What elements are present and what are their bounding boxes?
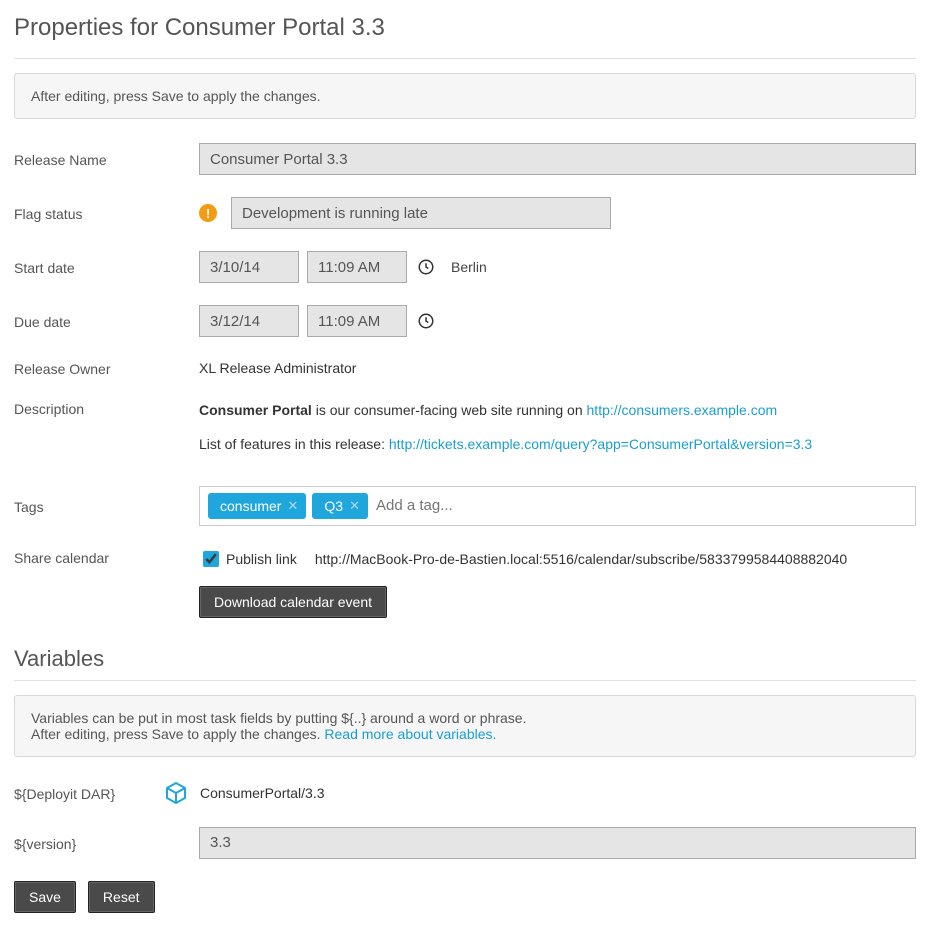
- label-release-owner: Release Owner: [14, 359, 199, 377]
- row-start-date: Start date Berlin: [14, 251, 916, 283]
- timezone-label: Berlin: [451, 259, 487, 275]
- tag-label: consumer: [220, 498, 281, 514]
- publish-label: Publish link: [226, 551, 297, 567]
- row-release-name: Release Name: [14, 143, 916, 175]
- row-variable-version: ${version}: [14, 827, 916, 859]
- label-share-calendar: Share calendar: [14, 548, 199, 566]
- tag-label: Q3: [324, 498, 343, 514]
- row-flag-status: Flag status !: [14, 197, 916, 229]
- label-release-name: Release Name: [14, 150, 199, 168]
- due-date-input[interactable]: [199, 305, 299, 337]
- row-tags: Tags consumer ✕ Q3 ✕: [14, 486, 916, 526]
- flag-status-input[interactable]: [231, 197, 611, 229]
- description-text2: List of features in this release:: [199, 436, 389, 452]
- save-button[interactable]: Save: [14, 881, 76, 913]
- row-due-date: Due date: [14, 305, 916, 337]
- variables-banner: Variables can be put in most task fields…: [14, 695, 916, 757]
- divider: [14, 680, 916, 681]
- label-start-date: Start date: [14, 258, 199, 276]
- description-block: Consumer Portal is our consumer-facing w…: [199, 399, 812, 456]
- download-calendar-button[interactable]: Download calendar event: [199, 586, 387, 618]
- publish-url: http://MacBook-Pro-de-Bastien.local:5516…: [315, 551, 847, 567]
- version-input[interactable]: [199, 827, 916, 859]
- tag-chip-consumer[interactable]: consumer ✕: [208, 493, 306, 519]
- start-time-input[interactable]: [307, 251, 407, 283]
- label-tags: Tags: [14, 497, 199, 515]
- tags-box[interactable]: consumer ✕ Q3 ✕: [199, 486, 916, 526]
- description-text1: is our consumer-facing web site running …: [312, 402, 587, 418]
- package-icon: [164, 781, 188, 805]
- warning-icon: !: [199, 204, 217, 222]
- clock-icon[interactable]: [415, 310, 437, 332]
- description-bold: Consumer Portal: [199, 402, 312, 418]
- release-owner-value: XL Release Administrator: [199, 360, 356, 376]
- row-release-owner: Release Owner XL Release Administrator: [14, 359, 916, 377]
- variables-banner-line2: After editing, press Save to apply the c…: [31, 726, 324, 742]
- clock-icon[interactable]: [415, 256, 437, 278]
- variable-value: ConsumerPortal/3.3: [200, 785, 325, 801]
- variable-name: ${version}: [14, 834, 199, 852]
- page-title: Properties for Consumer Portal 3.3: [14, 14, 916, 50]
- publish-checkbox[interactable]: [203, 551, 219, 567]
- release-name-input[interactable]: [199, 143, 916, 175]
- description-link2[interactable]: http://tickets.example.com/query?app=Con…: [389, 436, 812, 452]
- tag-chip-q3[interactable]: Q3 ✕: [312, 493, 368, 519]
- label-flag-status: Flag status: [14, 204, 199, 222]
- tag-remove-icon[interactable]: ✕: [349, 498, 360, 514]
- divider: [14, 58, 916, 59]
- variable-name: ${Deployit DAR}: [14, 784, 164, 802]
- info-banner: After editing, press Save to apply the c…: [14, 73, 916, 119]
- variables-link[interactable]: Read more about variables.: [324, 726, 496, 742]
- start-date-input[interactable]: [199, 251, 299, 283]
- description-link1[interactable]: http://consumers.example.com: [587, 402, 778, 418]
- tag-remove-icon[interactable]: ✕: [287, 498, 298, 514]
- reset-button[interactable]: Reset: [88, 881, 155, 913]
- button-row: Save Reset: [14, 881, 916, 913]
- row-variable-deployit-dar: ${Deployit DAR} ConsumerPortal/3.3: [14, 781, 916, 805]
- label-description: Description: [14, 399, 199, 417]
- variables-title: Variables: [14, 646, 916, 672]
- variables-banner-line1: Variables can be put in most task fields…: [31, 710, 899, 726]
- due-time-input[interactable]: [307, 305, 407, 337]
- label-due-date: Due date: [14, 312, 199, 330]
- row-description: Description Consumer Portal is our consu…: [14, 399, 916, 456]
- row-share-calendar: Share calendar Publish link http://MacBo…: [14, 548, 916, 618]
- tag-input[interactable]: [374, 496, 907, 515]
